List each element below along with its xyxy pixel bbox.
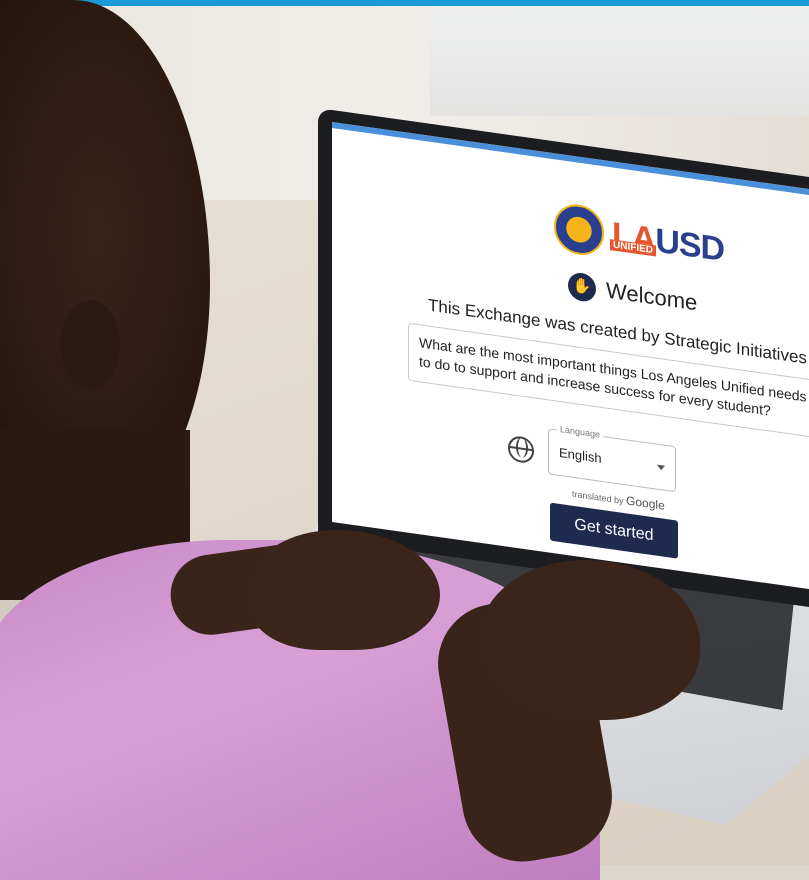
lausd-seal-icon	[554, 201, 604, 259]
lausd-logo: LAUSD UNIFIED	[554, 201, 724, 275]
waving-hand-icon: ✋	[568, 271, 596, 304]
background-window	[430, 6, 809, 116]
google-brand: Google	[626, 493, 665, 513]
welcome-title: Welcome	[606, 277, 698, 316]
person-ear	[60, 300, 120, 390]
translated-by-prefix: translated by	[572, 488, 624, 506]
wordmark-usd: USD	[655, 221, 725, 270]
language-value: English	[559, 444, 602, 466]
laptop-screen: LAUSD UNIFIED ✋ Welcome This Exchange wa…	[332, 122, 809, 591]
language-label: Language	[557, 423, 604, 441]
language-select[interactable]: Language English	[548, 423, 676, 493]
chevron-down-icon	[657, 464, 665, 471]
welcome-heading: ✋ Welcome	[568, 271, 697, 317]
globe-icon	[508, 434, 534, 465]
language-row: Language English	[508, 423, 676, 493]
